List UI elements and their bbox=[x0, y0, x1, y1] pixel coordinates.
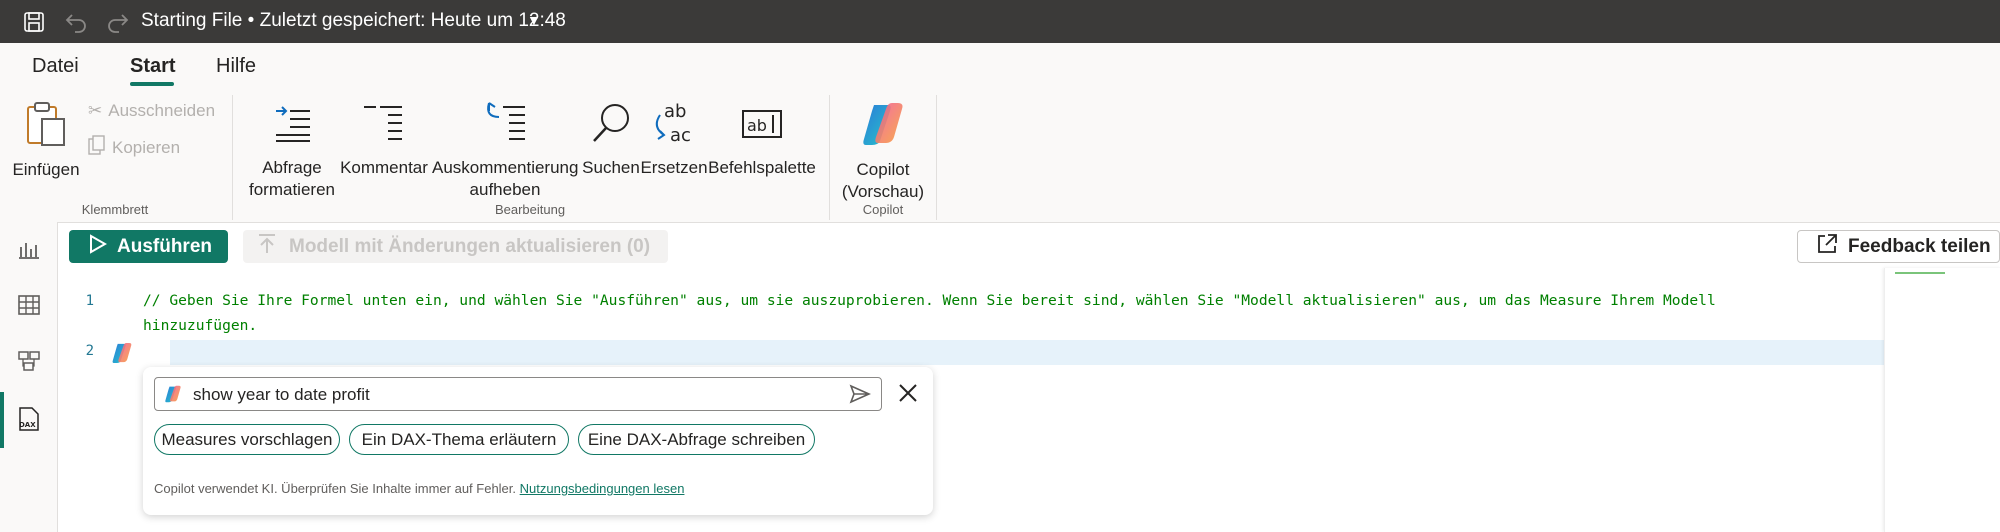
cut-button[interactable]: ✂ Ausschneiden bbox=[88, 101, 215, 121]
feedback-label: Feedback teilen bbox=[1848, 235, 1991, 257]
paste-icon bbox=[12, 101, 80, 153]
replace-button[interactable]: ab ac Ersetzen bbox=[640, 101, 708, 179]
copilot-prompt-input[interactable] bbox=[191, 383, 825, 407]
update-model-button[interactable]: Modell mit Änderungen aktualisieren (0) bbox=[243, 230, 668, 263]
ribbon-tabs: Datei Start Hilfe bbox=[0, 43, 2000, 87]
table-view-icon[interactable] bbox=[14, 290, 44, 320]
suggestion-label: Measures vorschlagen bbox=[161, 429, 333, 449]
suggestion-chip[interactable]: Ein DAX-Thema erläutern bbox=[349, 424, 569, 455]
paste-button[interactable]: Einfügen bbox=[12, 101, 80, 181]
upload-arrow-icon bbox=[257, 233, 277, 261]
format-icon bbox=[242, 101, 342, 151]
redo-icon[interactable] bbox=[102, 6, 134, 38]
line-number: 1 bbox=[85, 293, 94, 309]
uncomment-label-2: aufheben bbox=[469, 180, 541, 199]
send-icon[interactable] bbox=[849, 383, 871, 410]
replace-label: Ersetzen bbox=[640, 158, 708, 177]
copy-icon bbox=[88, 135, 106, 160]
search-button[interactable]: Suchen bbox=[580, 101, 642, 179]
run-label: Ausführen bbox=[117, 235, 212, 257]
comment-label: Kommentar bbox=[340, 158, 428, 177]
model-view-icon[interactable] bbox=[14, 346, 44, 376]
tab-start[interactable]: Start bbox=[130, 55, 176, 78]
feedback-button[interactable]: Feedback teilen bbox=[1797, 230, 2000, 263]
replace-icon: ab ac bbox=[640, 101, 708, 151]
uncomment-label-1: Auskommentierung bbox=[432, 158, 579, 177]
copilot-label-2: (Vorschau) bbox=[841, 182, 925, 201]
copilot-icon bbox=[838, 101, 928, 153]
copilot-disclaimer: Copilot verwendet KI. Überprüfen Sie Inh… bbox=[154, 481, 684, 496]
format-label-1: Abfrage bbox=[262, 158, 322, 177]
command-palette-button[interactable]: ab Befehlspalette bbox=[706, 101, 818, 179]
copilot-icon bbox=[164, 385, 182, 408]
divider bbox=[936, 95, 937, 220]
uncomment-button[interactable]: Auskommentierung aufheben bbox=[432, 101, 578, 201]
suggestion-label: Eine DAX-Abfrage schreiben bbox=[587, 429, 806, 449]
code-line[interactable]: // Geben Sie Ihre Formel unten ein, und … bbox=[143, 292, 1716, 309]
title-bar: Starting File • Zuletzt gespeichert: Heu… bbox=[0, 0, 2000, 43]
format-query-button[interactable]: Abfrage formatieren bbox=[242, 101, 342, 201]
command-palette-label: Befehlspalette bbox=[708, 158, 816, 177]
comment-button[interactable]: Kommentar bbox=[338, 101, 430, 179]
run-button[interactable]: Ausführen bbox=[69, 230, 228, 263]
disclaimer-text: Copilot verwendet KI. Überprüfen Sie Inh… bbox=[154, 481, 517, 496]
svg-text:ab: ab bbox=[747, 116, 767, 135]
copilot-prompt-card: Measures vorschlagen Ein DAX-Thema erläu… bbox=[143, 367, 933, 515]
cut-label: Ausschneiden bbox=[108, 101, 216, 120]
code-line-continuation[interactable]: hinzuzufügen. bbox=[143, 317, 257, 334]
group-label-copilot: Copilot bbox=[862, 202, 904, 217]
suggestion-chip[interactable]: Measures vorschlagen bbox=[154, 424, 340, 455]
suggestion-chip[interactable]: Eine DAX-Abfrage schreiben bbox=[578, 424, 815, 455]
comment-icon bbox=[338, 101, 430, 151]
divider bbox=[232, 95, 233, 220]
tab-hilfe[interactable]: Hilfe bbox=[216, 55, 256, 78]
update-model-label: Modell mit Änderungen aktualisieren (0) bbox=[289, 235, 651, 257]
group-label-bearbeitung: Bearbeitung bbox=[494, 202, 566, 217]
terms-link[interactable]: Nutzungsbedingungen lesen bbox=[520, 481, 685, 496]
uncomment-icon bbox=[432, 101, 578, 151]
group-label-klemmbrett: Klemmbrett bbox=[81, 202, 149, 217]
play-icon bbox=[89, 233, 108, 260]
external-link-icon bbox=[1816, 233, 1838, 261]
copilot-inline-icon[interactable] bbox=[111, 342, 133, 364]
svg-text:ac: ac bbox=[670, 125, 691, 145]
close-icon[interactable] bbox=[897, 382, 919, 409]
svg-text:DAX: DAX bbox=[19, 421, 36, 429]
copilot-label-1: Copilot bbox=[856, 160, 910, 179]
divider bbox=[829, 95, 830, 220]
minimap-line bbox=[1895, 272, 1945, 274]
left-navigation: DAX bbox=[0, 222, 58, 532]
format-label-2: formatieren bbox=[249, 180, 335, 199]
suggestion-label: Ein DAX-Thema erläutern bbox=[361, 429, 557, 449]
command-palette-icon: ab bbox=[706, 101, 818, 151]
copilot-prompt-box bbox=[154, 377, 882, 411]
scissors-icon: ✂ bbox=[88, 101, 103, 120]
tab-datei[interactable]: Datei bbox=[32, 55, 79, 78]
report-view-icon[interactable] bbox=[14, 234, 44, 264]
svg-text:ab: ab bbox=[664, 101, 686, 122]
chevron-down-icon[interactable]: ▼ bbox=[527, 12, 541, 28]
active-tab-indicator bbox=[130, 82, 174, 86]
copilot-button[interactable]: Copilot (Vorschau) bbox=[838, 101, 928, 203]
line-number: 2 bbox=[85, 343, 94, 359]
save-icon[interactable] bbox=[18, 6, 50, 38]
dax-query-view-icon[interactable]: DAX bbox=[14, 404, 44, 434]
ribbon: Einfügen ✂ Ausschneiden Kopieren Klemmbr… bbox=[0, 87, 2000, 223]
paste-label: Einfügen bbox=[12, 160, 80, 179]
copy-button[interactable]: Kopieren bbox=[88, 135, 180, 160]
current-line-highlight bbox=[170, 340, 1884, 365]
search-label: Suchen bbox=[582, 158, 640, 177]
undo-icon[interactable] bbox=[60, 6, 92, 38]
search-icon bbox=[580, 101, 642, 151]
editor-minimap[interactable] bbox=[1884, 268, 2000, 532]
active-view-indicator bbox=[0, 392, 4, 448]
document-title: Starting File • Zuletzt gespeichert: Heu… bbox=[141, 10, 566, 31]
copy-label: Kopieren bbox=[112, 137, 181, 157]
